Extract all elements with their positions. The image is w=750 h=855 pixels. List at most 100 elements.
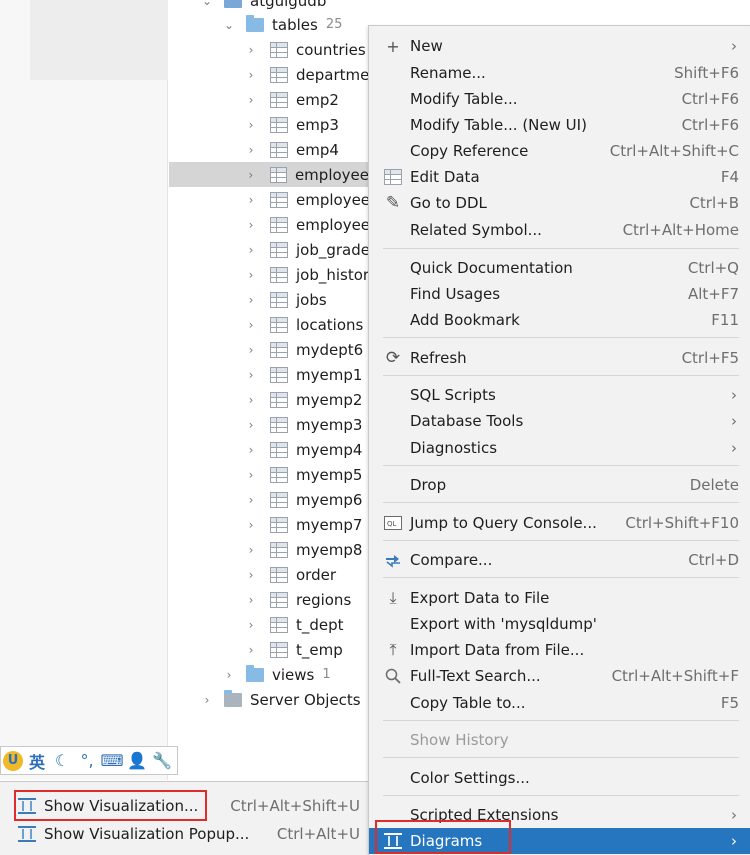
- menu-item-go-to-ddl[interactable]: ✎ Go to DDL Ctrl+B: [369, 190, 750, 216]
- chevron-right-icon[interactable]: ›: [244, 418, 258, 432]
- show-visualization-popup-item[interactable]: Show Visualization Popup... Ctrl+Alt+U: [0, 821, 372, 847]
- tree-node-table[interactable]: › t_dept: [244, 612, 344, 637]
- chevron-right-icon[interactable]: ›: [244, 643, 258, 657]
- menu-item-drop[interactable]: Drop Delete: [369, 472, 750, 498]
- tree-node-table[interactable]: › emp3: [244, 112, 339, 137]
- tree-node-table[interactable]: › myemp6: [244, 487, 363, 512]
- tree-label: emp4: [296, 140, 339, 159]
- chevron-right-icon[interactable]: ›: [244, 293, 258, 307]
- chevron-right-icon[interactable]: ›: [244, 318, 258, 332]
- chevron-right-icon[interactable]: ›: [244, 68, 258, 82]
- tree-node-table[interactable]: › myemp4: [244, 437, 363, 462]
- moon-icon[interactable]: ☾: [51, 750, 73, 772]
- tree-node-views[interactable]: › views 1: [222, 662, 331, 687]
- menu-item-related-symbol[interactable]: Related Symbol... Ctrl+Alt+Home: [369, 217, 750, 243]
- chevron-right-icon[interactable]: ›: [244, 393, 258, 407]
- chevron-right-icon[interactable]: ›: [244, 518, 258, 532]
- menu-item-compare[interactable]: Compare... Ctrl+D: [369, 547, 750, 573]
- user-icon[interactable]: 👤: [126, 750, 148, 772]
- menu-item-diagnostics[interactable]: Diagnostics ›: [369, 435, 750, 461]
- menu-item-copy-table-to[interactable]: Copy Table to... F5: [369, 690, 750, 716]
- menu-item-quick-documentation[interactable]: Quick Documentation Ctrl+Q: [369, 255, 750, 281]
- show-visualization-item[interactable]: Show Visualization... Ctrl+Alt+Shift+U: [0, 793, 372, 819]
- punctuation-icon[interactable]: °,: [76, 750, 98, 772]
- tree-node-table[interactable]: › mydept6: [244, 337, 364, 362]
- menu-separator: [383, 248, 739, 249]
- table-icon: [270, 66, 288, 83]
- tree-node-table[interactable]: › employee: [244, 187, 370, 212]
- chevron-right-icon[interactable]: ›: [244, 268, 258, 282]
- chevron-right-icon[interactable]: ›: [222, 668, 236, 682]
- menu-item-full-text-search[interactable]: Full-Text Search... Ctrl+Alt+Shift+F: [369, 663, 750, 689]
- menu-item-jump-to-query-console[interactable]: QL Jump to Query Console... Ctrl+Shift+F…: [369, 510, 750, 536]
- tree-node-table[interactable]: › myemp5: [244, 462, 363, 487]
- tree-node-table[interactable]: › departmer: [244, 62, 376, 87]
- menu-item-edit-data[interactable]: Edit Data F4: [369, 164, 750, 190]
- tree-node-tables[interactable]: ⌄ tables 25: [222, 12, 342, 37]
- chevron-right-icon[interactable]: ›: [244, 468, 258, 482]
- tree-node-table[interactable]: › myemp8: [244, 537, 363, 562]
- chevron-right-icon[interactable]: ›: [244, 493, 258, 507]
- tree-node-table[interactable]: › myemp7: [244, 512, 363, 537]
- chevron-down-icon[interactable]: ⌄: [200, 0, 214, 8]
- chevron-right-icon[interactable]: ›: [244, 218, 258, 232]
- keyboard-icon[interactable]: ⌨: [100, 750, 123, 772]
- chevron-right-icon[interactable]: ›: [244, 343, 258, 357]
- tree-node-table[interactable]: › myemp3: [244, 412, 363, 437]
- chevron-right-icon[interactable]: ›: [244, 143, 258, 157]
- chevron-right-icon[interactable]: ›: [244, 368, 258, 382]
- download-icon: ⤓: [389, 588, 397, 607]
- menu-item-diagrams[interactable]: Diagrams ›: [369, 828, 750, 854]
- menu-item-color-settings[interactable]: Color Settings...: [369, 765, 750, 791]
- tree-node-table[interactable]: › regions: [244, 587, 352, 612]
- menu-item-export-mysqldump[interactable]: Export with 'mysqldump': [369, 611, 750, 637]
- chevron-right-icon[interactable]: ›: [244, 593, 258, 607]
- chevron-right-icon[interactable]: ›: [244, 118, 258, 132]
- svg-text:QL: QL: [387, 520, 397, 528]
- tree-node-table[interactable]: › myemp2: [244, 387, 363, 412]
- tree-node-table[interactable]: › order: [244, 562, 336, 587]
- menu-item-rename[interactable]: Rename... Shift+F6: [369, 60, 750, 86]
- tree-node-table[interactable]: › job_grade: [244, 237, 370, 262]
- tree-node-table[interactable]: › employee: [244, 212, 370, 237]
- table-icon: [270, 366, 288, 383]
- tree-node-table[interactable]: › emp2: [244, 87, 339, 112]
- menu-item-modify-table-new-ui[interactable]: Modify Table... (New UI) Ctrl+F6: [369, 112, 750, 138]
- tree-node-table[interactable]: › countries: [244, 37, 366, 62]
- ime-logo-icon[interactable]: U: [3, 750, 23, 771]
- menu-item-add-bookmark[interactable]: Add Bookmark F11: [369, 307, 750, 333]
- tree-node-table[interactable]: › employee: [169, 162, 369, 187]
- chevron-down-icon[interactable]: ⌄: [222, 18, 236, 32]
- chevron-right-icon[interactable]: ›: [244, 568, 258, 582]
- menu-item-database-tools[interactable]: Database Tools ›: [369, 408, 750, 434]
- menu-item-new[interactable]: + New ›: [369, 33, 750, 59]
- chevron-right-icon[interactable]: ›: [244, 543, 258, 557]
- tree-node-table[interactable]: › emp4: [244, 137, 339, 162]
- tree-node-table[interactable]: › job_histor: [244, 262, 370, 287]
- chevron-right-icon[interactable]: ›: [244, 243, 258, 257]
- chevron-right-icon[interactable]: ›: [244, 43, 258, 57]
- menu-item-show-history[interactable]: Show History: [369, 727, 750, 753]
- left-gutter: [0, 0, 168, 780]
- menu-item-modify-table[interactable]: Modify Table... Ctrl+F6: [369, 86, 750, 112]
- menu-item-sql-scripts[interactable]: SQL Scripts ›: [369, 382, 750, 408]
- menu-item-refresh[interactable]: ⟳ Refresh Ctrl+F5: [369, 345, 750, 371]
- tree-node-table[interactable]: › myemp1: [244, 362, 363, 387]
- chevron-right-icon[interactable]: ›: [244, 168, 258, 182]
- ime-language-button[interactable]: 英: [26, 750, 48, 772]
- chevron-right-icon[interactable]: ›: [244, 443, 258, 457]
- wrench-icon[interactable]: 🔧: [151, 750, 173, 772]
- tree-node-server-objects[interactable]: › Server Objects: [200, 687, 361, 712]
- chevron-right-icon[interactable]: ›: [200, 693, 214, 707]
- menu-item-export-data-to-file[interactable]: ⤓ Export Data to File: [369, 585, 750, 611]
- tree-node-table[interactable]: › jobs: [244, 287, 327, 312]
- tree-node-table[interactable]: › locations: [244, 312, 364, 337]
- tree-node-table[interactable]: › t_emp: [244, 637, 343, 662]
- menu-item-import-data-from-file[interactable]: ⤒ Import Data from File...: [369, 637, 750, 663]
- menu-item-copy-reference[interactable]: Copy Reference Ctrl+Alt+Shift+C: [369, 138, 750, 164]
- chevron-right-icon[interactable]: ›: [244, 93, 258, 107]
- menu-item-find-usages[interactable]: Find Usages Alt+F7: [369, 281, 750, 307]
- menu-item-scripted-extensions[interactable]: Scripted Extensions ›: [369, 802, 750, 828]
- chevron-right-icon[interactable]: ›: [244, 618, 258, 632]
- chevron-right-icon[interactable]: ›: [244, 193, 258, 207]
